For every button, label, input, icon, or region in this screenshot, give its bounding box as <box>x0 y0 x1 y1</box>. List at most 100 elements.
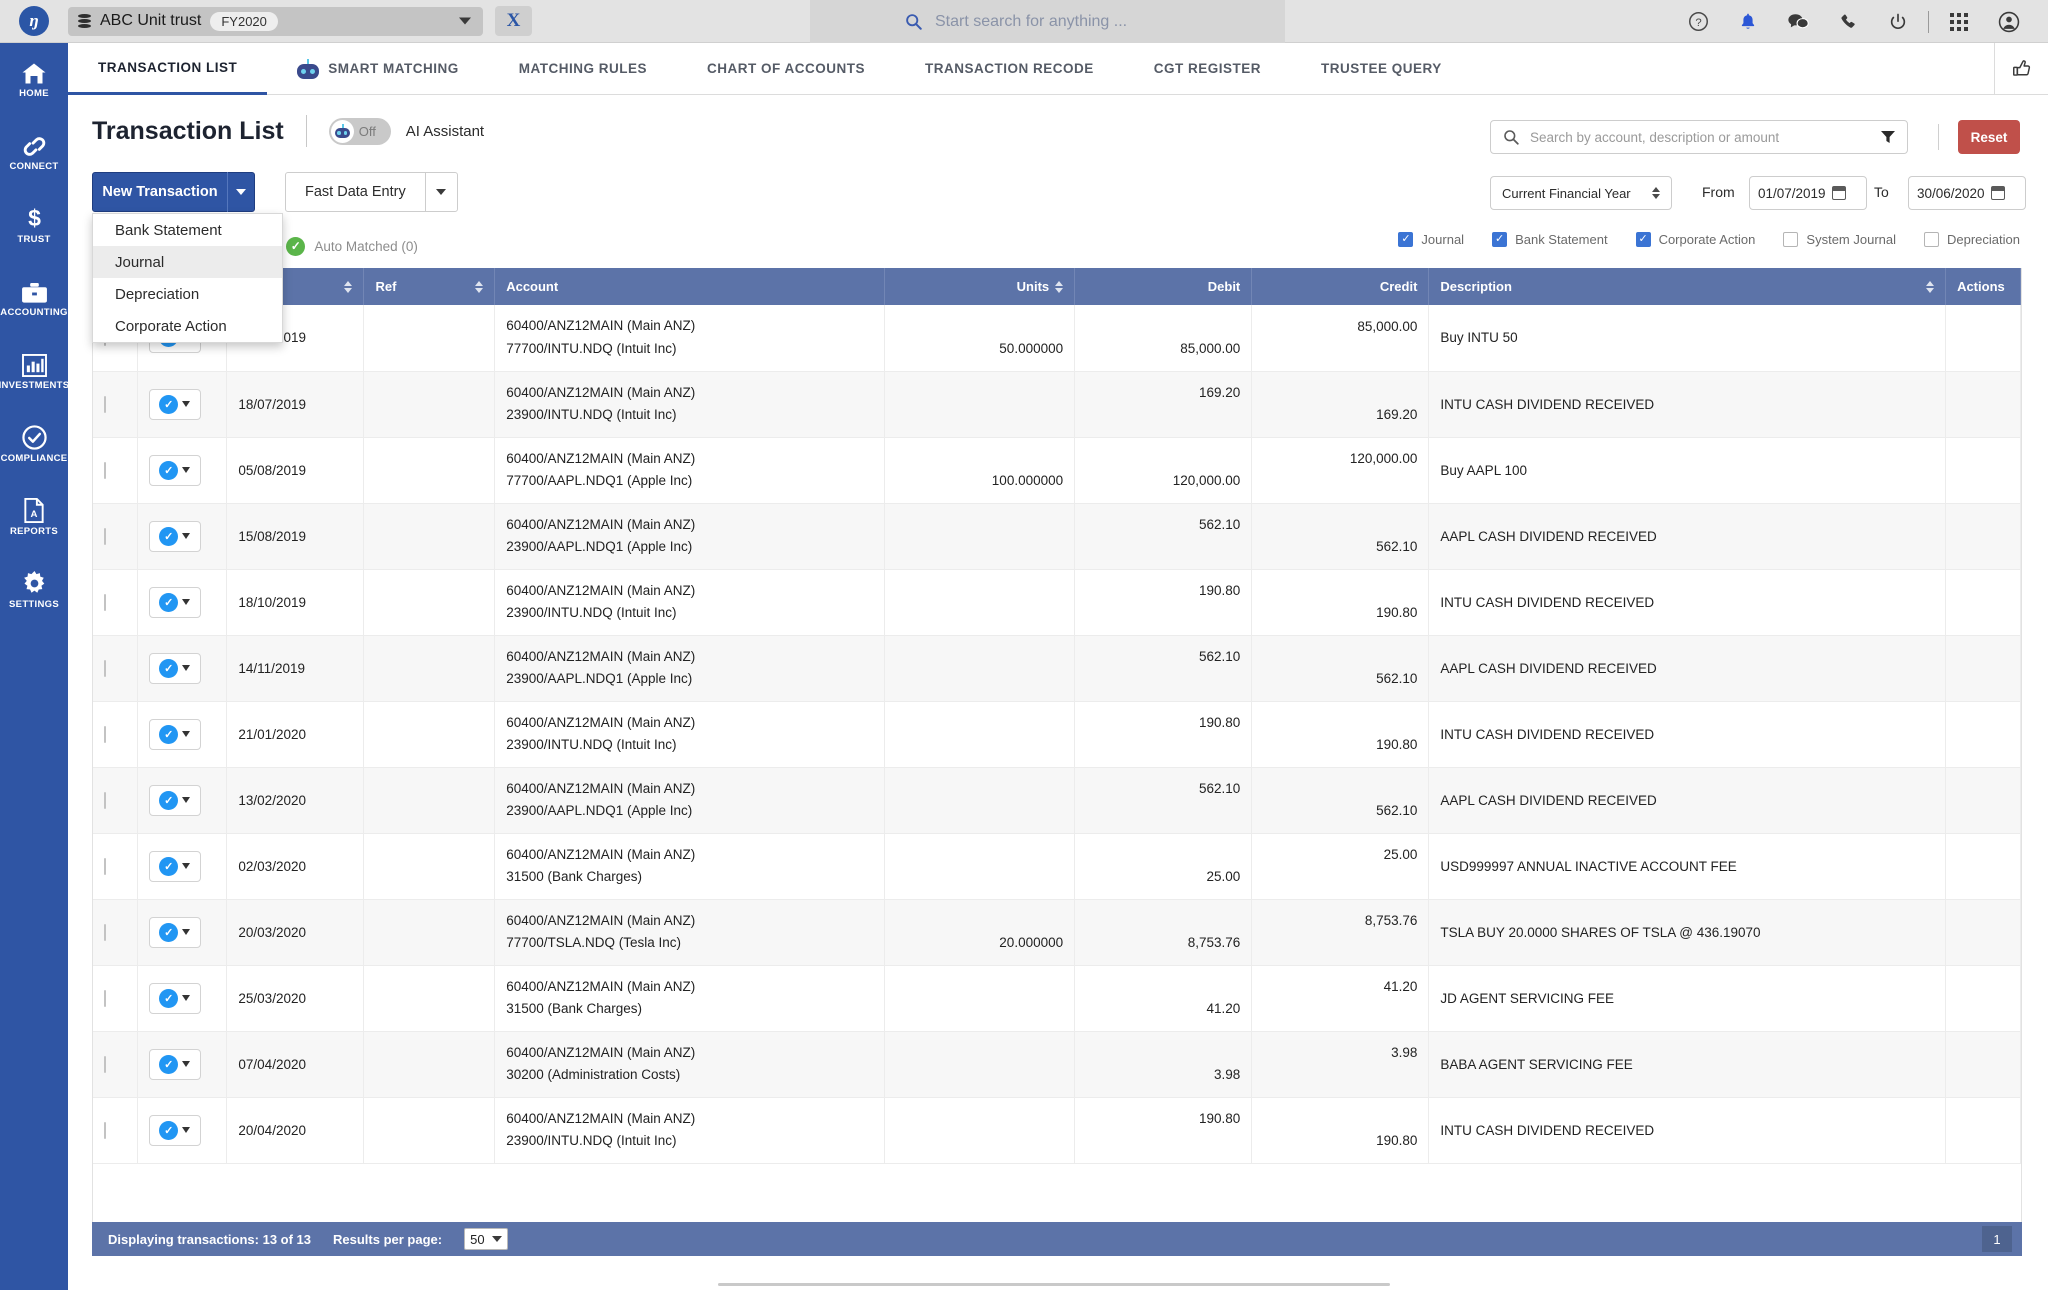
chevron-down-icon[interactable] <box>182 599 190 605</box>
checkbox-icon[interactable] <box>1492 232 1507 247</box>
sort-icon[interactable] <box>475 281 483 293</box>
chevron-down-icon[interactable] <box>182 467 190 473</box>
th-description[interactable]: Description <box>1429 268 1946 305</box>
th-units[interactable]: Units <box>885 268 1075 305</box>
power-icon[interactable] <box>1873 0 1923 43</box>
row-checkbox[interactable] <box>104 1122 106 1139</box>
row-state-button[interactable]: ✓ <box>149 785 201 816</box>
checkbox-icon[interactable] <box>1924 232 1939 247</box>
cell-actions[interactable] <box>1946 701 2021 767</box>
row-state-button[interactable]: ✓ <box>149 1049 201 1080</box>
row-state-button[interactable]: ✓ <box>149 719 201 750</box>
sidebar-item-investments[interactable]: INVESTMENTS <box>0 335 68 408</box>
table-row[interactable]: ✓05/08/201960400/ANZ12MAIN (Main ANZ)777… <box>93 437 2021 503</box>
phone-icon[interactable] <box>1823 0 1873 43</box>
feedback-button[interactable] <box>1994 43 2048 95</box>
cell-actions[interactable] <box>1946 833 2021 899</box>
cell-actions[interactable] <box>1946 569 2021 635</box>
cell-actions[interactable] <box>1946 965 2021 1031</box>
cell-actions[interactable] <box>1946 635 2021 701</box>
bell-icon[interactable] <box>1723 0 1773 43</box>
row-state-button[interactable]: ✓ <box>149 917 201 948</box>
date-to-input[interactable]: 30/06/2020 <box>1908 176 2026 210</box>
sidebar-item-connect[interactable]: CONNECT <box>0 116 68 189</box>
row-checkbox-cell[interactable] <box>93 1097 137 1163</box>
sidebar-item-accounting[interactable]: ACCOUNTING <box>0 262 68 335</box>
ai-assistant-toggle[interactable]: Off <box>329 118 391 145</box>
cell-actions[interactable] <box>1946 305 2021 371</box>
table-row[interactable]: ✓21/01/202060400/ANZ12MAIN (Main ANZ)239… <box>93 701 2021 767</box>
checkbox-icon[interactable] <box>1783 232 1798 247</box>
filter-bank-statement[interactable]: Bank Statement <box>1492 232 1608 247</box>
row-checkbox[interactable] <box>104 924 106 941</box>
sidebar-item-trust[interactable]: $ TRUST <box>0 189 68 262</box>
row-checkbox-cell[interactable] <box>93 965 137 1031</box>
table-row[interactable]: ✓18/10/201960400/ANZ12MAIN (Main ANZ)239… <box>93 569 2021 635</box>
row-state-cell[interactable]: ✓ <box>137 767 227 833</box>
cell-actions[interactable] <box>1946 503 2021 569</box>
row-state-cell[interactable]: ✓ <box>137 1031 227 1097</box>
checkbox-icon[interactable] <box>1398 232 1413 247</box>
tab-matching-rules[interactable]: MATCHING RULES <box>489 43 677 95</box>
search-input[interactable]: Search by account, description or amount <box>1490 120 1908 154</box>
chevron-down-icon[interactable] <box>182 863 190 869</box>
row-state-cell[interactable]: ✓ <box>137 1097 227 1163</box>
row-state-cell[interactable]: ✓ <box>137 569 227 635</box>
chevron-down-icon[interactable] <box>182 1061 190 1067</box>
chevron-down-icon[interactable] <box>182 1127 190 1133</box>
row-checkbox[interactable] <box>104 660 106 677</box>
menu-item-bank-statement[interactable]: Bank Statement <box>93 214 282 246</box>
row-checkbox[interactable] <box>104 1056 106 1073</box>
reset-button[interactable]: Reset <box>1958 120 2020 154</box>
chevron-down-icon[interactable] <box>459 18 471 25</box>
table-row[interactable]: ✓18/07/201960400/ANZ12MAIN (Main ANZ)239… <box>93 371 2021 437</box>
date-from-input[interactable]: 01/07/2019 <box>1749 176 1867 210</box>
app-logo[interactable]: ŋ <box>0 0 68 43</box>
tab-transaction-recode[interactable]: TRANSACTION RECODE <box>895 43 1124 95</box>
menu-item-corporate-action[interactable]: Corporate Action <box>93 310 282 342</box>
results-per-page-select[interactable]: 50 <box>464 1228 507 1250</box>
account-icon[interactable] <box>1984 0 2034 43</box>
chevron-down-icon[interactable] <box>182 401 190 407</box>
filter-corporate-action[interactable]: Corporate Action <box>1636 232 1756 247</box>
calendar-icon[interactable] <box>1991 186 2005 200</box>
chevron-down-icon[interactable] <box>182 665 190 671</box>
row-state-cell[interactable]: ✓ <box>137 701 227 767</box>
row-state-cell[interactable]: ✓ <box>137 371 227 437</box>
row-state-button[interactable]: ✓ <box>149 587 201 618</box>
row-state-button[interactable]: ✓ <box>149 983 201 1014</box>
row-state-button[interactable]: ✓ <box>149 521 201 552</box>
match-tab-auto-matched[interactable]: ✓ Auto Matched (0) <box>267 228 437 264</box>
row-checkbox-cell[interactable] <box>93 503 137 569</box>
apps-grid-icon[interactable] <box>1934 0 1984 43</box>
row-checkbox-cell[interactable] <box>93 1031 137 1097</box>
row-state-button[interactable]: ✓ <box>149 455 201 486</box>
fast-data-entry-dropdown-toggle[interactable] <box>425 173 457 211</box>
row-checkbox[interactable] <box>104 726 106 743</box>
entity-selector[interactable]: ABC Unit trust FY2020 <box>68 7 483 36</box>
row-checkbox[interactable] <box>104 528 106 545</box>
tab-chart-of-accounts[interactable]: CHART OF ACCOUNTS <box>677 43 895 95</box>
row-checkbox-cell[interactable] <box>93 569 137 635</box>
row-checkbox-cell[interactable] <box>93 899 137 965</box>
table-row[interactable]: ✓25/03/202060400/ANZ12MAIN (Main ANZ)315… <box>93 965 2021 1031</box>
row-checkbox-cell[interactable] <box>93 767 137 833</box>
cell-actions[interactable] <box>1946 437 2021 503</box>
row-checkbox[interactable] <box>104 858 106 875</box>
row-state-cell[interactable]: ✓ <box>137 503 227 569</box>
row-state-cell[interactable]: ✓ <box>137 899 227 965</box>
new-transaction-button[interactable]: New Transaction <box>92 172 255 212</box>
row-checkbox[interactable] <box>104 462 106 479</box>
cell-actions[interactable] <box>1946 371 2021 437</box>
cell-actions[interactable] <box>1946 1097 2021 1163</box>
table-row[interactable]: ✓20/03/202060400/ANZ12MAIN (Main ANZ)777… <box>93 899 2021 965</box>
filter-journal[interactable]: Journal <box>1398 232 1464 247</box>
chevron-down-icon[interactable] <box>182 533 190 539</box>
tab-trustee-query[interactable]: TRUSTEE QUERY <box>1291 43 1472 95</box>
table-row[interactable]: ✓20/04/202060400/ANZ12MAIN (Main ANZ)239… <box>93 1097 2021 1163</box>
sidebar-item-reports[interactable]: A REPORTS <box>0 481 68 554</box>
row-checkbox-cell[interactable] <box>93 701 137 767</box>
pagination-page-1[interactable]: 1 <box>1982 1226 2012 1252</box>
chevron-down-icon[interactable] <box>182 995 190 1001</box>
filter-depreciation[interactable]: Depreciation <box>1924 232 2020 247</box>
